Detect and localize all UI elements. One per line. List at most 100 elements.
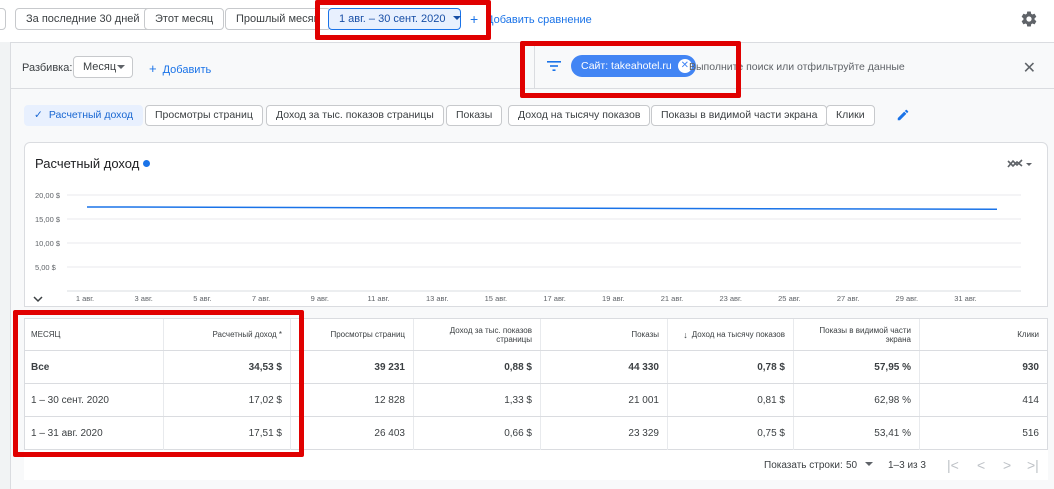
- prev-page-button[interactable]: <: [977, 457, 985, 473]
- page-range-text: 1–3 из 3: [888, 460, 926, 471]
- header-impression-rpm-label: Доход на тысячу показов: [691, 330, 785, 339]
- cell-impressions: 44 330: [541, 351, 668, 383]
- y-tick-label: 5,00 $: [35, 263, 57, 272]
- metric-label: Расчетный доход: [48, 109, 134, 121]
- cell-estimated-revenue: 17,02 $: [164, 384, 291, 416]
- next-page-button[interactable]: >: [1003, 457, 1011, 473]
- x-tick-label: 25 авг.: [778, 294, 801, 303]
- preset-last-month[interactable]: Прошлый месяц: [225, 8, 331, 30]
- x-tick-label: 29 авг.: [896, 294, 919, 303]
- site-filter-chip[interactable]: Сайт: takeahotel.ru ✕: [571, 55, 696, 77]
- x-tick-label: 11 авг.: [368, 294, 390, 303]
- chevron-down-icon: [117, 65, 125, 69]
- cell-impression-rpm: 0,81 $: [668, 384, 794, 416]
- chart-card: Расчетный доход 20,00 $15,00 $10,00 $5,0…: [24, 142, 1048, 307]
- breakdown-label: Разбивка:: [22, 62, 73, 74]
- cell-month: 1 – 30 сент. 2020: [25, 384, 164, 416]
- pagination-bar: Показать строки: 50 1–3 из 3 |< < > >|: [24, 450, 1048, 480]
- metric-chip-page-views[interactable]: Просмотры страниц: [145, 105, 263, 126]
- metric-chip-clicks[interactable]: Клики: [826, 105, 875, 126]
- cell-clicks: 414: [1022, 394, 1039, 406]
- left-edge-strip: [0, 42, 11, 489]
- header-clicks[interactable]: Клики: [920, 319, 1047, 350]
- cell-impression-rpm: 0,75 $: [668, 417, 794, 450]
- chevron-down-icon: [865, 462, 874, 466]
- x-tick-label: 27 авг.: [837, 294, 860, 303]
- preset-this-month[interactable]: Этот месяц: [144, 8, 225, 30]
- x-tick-label: 31 авг.: [954, 294, 977, 303]
- divider: [11, 88, 1054, 89]
- rows-per-page-select[interactable]: 50: [846, 460, 874, 471]
- cell-viewable-impressions: 57,95 %: [794, 351, 920, 383]
- x-tick-label: 17 авг.: [543, 294, 566, 303]
- plus-icon[interactable]: +: [470, 11, 478, 27]
- cell-page-rpm: 1,33 $: [414, 384, 541, 416]
- cell-impressions: 21 001: [541, 384, 668, 416]
- cell-page-views: 12 828: [291, 384, 414, 416]
- gear-icon[interactable]: [1020, 10, 1038, 28]
- metric-chip-estimated-revenue[interactable]: ✓ Расчетный доход: [24, 105, 144, 126]
- y-tick-label: 10,00 $: [35, 239, 61, 248]
- cell-page-views: 39 231: [291, 351, 414, 383]
- report-table: МЕСЯЦ Расчетный доход * Просмотры страни…: [24, 318, 1048, 450]
- header-page-rpm[interactable]: Доход за тыс. показов страницы: [414, 319, 541, 350]
- cell-estimated-revenue: 34,53 $: [164, 351, 291, 383]
- breakdown-bar: Разбивка: Месяц + Добавить: [11, 46, 521, 88]
- header-impressions[interactable]: Показы: [541, 319, 668, 350]
- date-range-value: 1 авг. – 30 сент. 2020: [339, 13, 446, 25]
- add-comparison-link[interactable]: Добавить сравнение: [486, 14, 592, 26]
- cell-month: 1 – 31 авг. 2020: [25, 417, 164, 450]
- breakdown-select[interactable]: Месяц: [73, 56, 133, 78]
- first-page-button[interactable]: |<: [947, 457, 959, 473]
- header-estimated-revenue[interactable]: Расчетный доход *: [164, 319, 291, 350]
- x-tick-label: 19 авг.: [602, 294, 625, 303]
- header-viewable-impressions[interactable]: Показы в видимой части экрана: [794, 319, 920, 350]
- x-tick-label: 15 авг.: [485, 294, 508, 303]
- add-breakdown-link[interactable]: + Добавить: [149, 61, 211, 76]
- preset-chip-partial[interactable]: [0, 8, 6, 30]
- date-range-selector[interactable]: 1 авг. – 30 сент. 2020: [328, 8, 462, 30]
- filter-bar: Сайт: takeahotel.ru ✕ Выполните поиск ил…: [534, 46, 1054, 88]
- cell-page-rpm: 0,66 $: [414, 417, 541, 450]
- x-tick-label: 7 авг.: [252, 294, 270, 303]
- table-row: 1 – 30 сент. 2020 17,02 $ 12 828 1,33 $ …: [25, 384, 1047, 417]
- x-tick-label: 13 авг.: [426, 294, 449, 303]
- series-line[interactable]: [86, 206, 998, 211]
- x-tick-label: 23 авг.: [719, 294, 742, 303]
- y-tick-label: 15,00 $: [35, 215, 61, 224]
- rows-per-page-label: Показать строки:: [764, 460, 843, 471]
- breakdown-value: Месяц: [83, 61, 117, 73]
- cell-viewable-impressions: 53,41 %: [794, 417, 920, 450]
- table-row-total: Все 34,53 $ 39 231 0,88 $ 44 330 0,78 $ …: [25, 351, 1047, 384]
- arrow-down-icon: ↓: [683, 329, 688, 340]
- header-month[interactable]: МЕСЯЦ: [25, 319, 164, 350]
- plus-icon: +: [149, 61, 157, 76]
- cell-impressions: 23 329: [541, 417, 668, 450]
- header-page-views[interactable]: Просмотры страниц: [291, 319, 414, 350]
- pencil-icon[interactable]: [896, 108, 910, 122]
- rows-per-page-value: 50: [846, 460, 858, 471]
- chevron-down-icon[interactable]: [33, 293, 43, 303]
- cell-estimated-revenue: 17,51 $: [164, 417, 291, 450]
- site-filter-label: Сайт: takeahotel.ru: [581, 60, 672, 72]
- date-range-bar: За последние 30 дней Этот месяц Прошлый …: [0, 0, 1054, 42]
- last-page-button[interactable]: >|: [1027, 457, 1039, 473]
- metric-chip-page-rpm[interactable]: Доход за тыс. показов страницы: [266, 105, 444, 126]
- metric-chip-viewable-impressions[interactable]: Показы в видимой части экрана: [651, 105, 828, 126]
- metric-chip-impressions[interactable]: Показы: [446, 105, 503, 126]
- header-impression-rpm[interactable]: ↓ Доход на тысячу показов: [668, 319, 794, 350]
- x-tick-label: 5 авг.: [193, 294, 211, 303]
- x-tick-label: 1 авг.: [76, 294, 94, 303]
- table-row: 1 – 31 авг. 2020 17,51 $ 26 403 0,66 $ 2…: [25, 417, 1047, 450]
- revenue-line-chart: 20,00 $ 15,00 $ 10,00 $ 5,00 $ 1 авг. 3 авг. 5…: [35, 191, 1021, 303]
- cell-viewable-impressions: 62,98 %: [794, 384, 920, 416]
- metric-chip-impression-rpm[interactable]: Доход на тысячу показов: [508, 105, 651, 126]
- x-tick-label: 9 авг.: [311, 294, 329, 303]
- preset-last-30-days[interactable]: За последние 30 дней: [15, 8, 151, 30]
- table-header-row: МЕСЯЦ Расчетный доход * Просмотры страни…: [25, 319, 1047, 351]
- close-icon[interactable]: ✕: [1023, 58, 1036, 78]
- cell-clicks: 930: [1022, 361, 1039, 373]
- filter-search-input[interactable]: Выполните поиск или отфильтруйте данные: [689, 61, 905, 73]
- filter-icon[interactable]: [547, 60, 561, 72]
- cell-page-rpm: 0,88 $: [414, 351, 541, 383]
